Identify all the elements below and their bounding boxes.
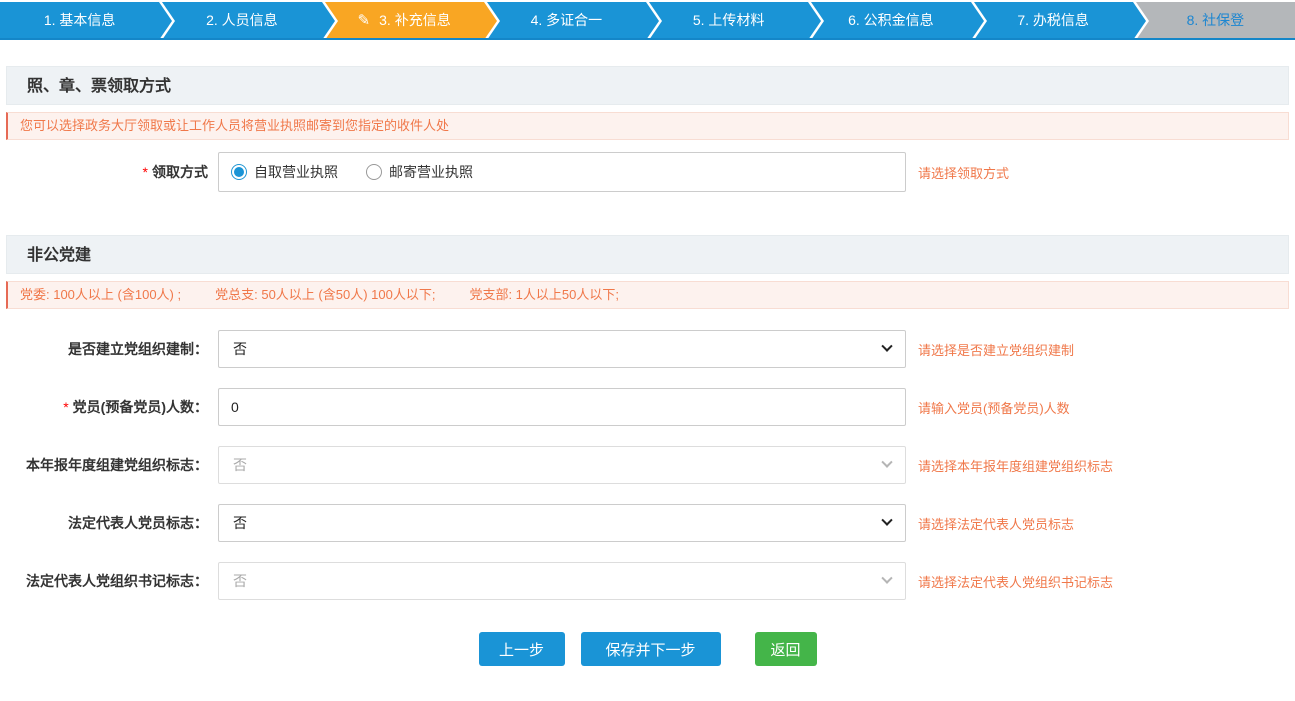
form-row-legal-rep-member-flag: 法定代表人党员标志： 否 请选择法定代表人党员标志 <box>6 504 1289 542</box>
step-label: 8. 社保登 <box>1187 10 1245 30</box>
wizard-step-8-disabled: 8. 社保登 <box>1136 2 1295 38</box>
step-label: 3. 补充信息 <box>379 10 451 30</box>
select-annual-report-org-flag-disabled: 否 <box>218 446 906 484</box>
step-label: 7. 办税信息 <box>1017 10 1089 30</box>
wizard-step-4[interactable]: 4. 多证合一 <box>487 2 646 38</box>
step-label: 5. 上传材料 <box>693 10 765 30</box>
field-hint: 请选择领取方式 <box>918 163 1009 182</box>
field-hint: 请输入党员(预备党员)人数 <box>918 398 1070 417</box>
notice-part: 党总支: 50人以上 (含50人) 100人以下; <box>215 282 435 308</box>
radio-unselected-icon[interactable] <box>366 164 382 180</box>
field-label: *党员(预备党员)人数： <box>6 397 218 417</box>
select-party-org-flag[interactable]: 否 <box>218 330 906 368</box>
section-title-license-pickup: 照、章、票领取方式 <box>6 66 1289 105</box>
radio-label: 邮寄营业执照 <box>389 162 473 182</box>
party-member-count-input[interactable] <box>218 388 906 426</box>
section-title-party-building: 非公党建 <box>6 235 1289 274</box>
form-row-party-org-flag: 是否建立党组织建制： 否 请选择是否建立党组织建制 <box>6 330 1289 368</box>
select-legal-rep-secretary-flag-disabled: 否 <box>218 562 906 600</box>
required-asterisk: * <box>63 399 68 415</box>
field-label: 法定代表人党组织书记标志： <box>6 571 218 591</box>
chevron-down-icon <box>881 341 892 352</box>
field-label: 法定代表人党员标志： <box>6 513 218 533</box>
notice-bar: 您可以选择政务大厅领取或让工作人员将营业执照邮寄到您指定的收件人处 <box>6 112 1289 140</box>
notice-text: 您可以选择政务大厅领取或让工作人员将营业执照邮寄到您指定的收件人处 <box>20 113 449 139</box>
chevron-down-icon <box>881 573 892 584</box>
field-hint: 请选择法定代表人党组织书记标志 <box>918 572 1113 591</box>
pencil-icon: ✎ <box>358 11 371 29</box>
select-value: 否 <box>233 571 247 591</box>
form-row-pickup-method: *领取方式 自取营业执照 邮寄营业执照 请选择领取方式 <box>6 152 1289 192</box>
radio-self-pickup[interactable]: 自取营业执照 <box>231 162 338 182</box>
select-legal-rep-member-flag[interactable]: 否 <box>218 504 906 542</box>
field-hint: 请选择法定代表人党员标志 <box>918 514 1074 533</box>
field-label: 本年报年度组建党组织标志： <box>6 455 218 475</box>
field-label: *领取方式 <box>6 162 218 182</box>
save-and-next-button[interactable]: 保存并下一步 <box>581 632 721 666</box>
form-row-annual-report-org-flag: 本年报年度组建党组织标志： 否 请选择本年报年度组建党组织标志 <box>6 446 1289 484</box>
step-label: 1. 基本信息 <box>44 10 116 30</box>
step-label: 4. 多证合一 <box>531 10 603 30</box>
wizard-step-2[interactable]: 2. 人员信息 <box>162 2 321 38</box>
field-hint: 请选择本年报年度组建党组织标志 <box>918 456 1113 475</box>
wizard-step-1[interactable]: 1. 基本信息 <box>0 2 159 38</box>
select-value: 否 <box>233 455 247 475</box>
previous-step-button[interactable]: 上一步 <box>479 632 565 666</box>
pickup-method-radio-group: 自取营业执照 邮寄营业执照 <box>218 152 906 192</box>
wizard-step-3-active[interactable]: ✎ 3. 补充信息 <box>325 2 484 38</box>
radio-label: 自取营业执照 <box>254 162 338 182</box>
notice-part: 党委: 100人以上 (含100人) ; <box>20 282 181 308</box>
field-hint: 请选择是否建立党组织建制 <box>918 340 1074 359</box>
step-label: 6. 公积金信息 <box>848 10 934 30</box>
radio-selected-icon[interactable] <box>231 164 247 180</box>
return-button[interactable]: 返回 <box>755 632 817 666</box>
wizard-step-6[interactable]: 6. 公积金信息 <box>811 2 970 38</box>
field-label: 是否建立党组织建制： <box>6 339 218 359</box>
wizard-step-5[interactable]: 5. 上传材料 <box>649 2 808 38</box>
step-wizard: 1. 基本信息 2. 人员信息 ✎ 3. 补充信息 4. 多证合一 5. 上传材料… <box>0 2 1295 40</box>
chevron-down-icon <box>881 457 892 468</box>
select-value: 否 <box>233 339 247 359</box>
wizard-step-7[interactable]: 7. 办税信息 <box>974 2 1133 38</box>
step-label: 2. 人员信息 <box>206 10 278 30</box>
notice-part: 党支部: 1人以上50人以下; <box>469 282 619 308</box>
form-row-legal-rep-secretary-flag: 法定代表人党组织书记标志： 否 请选择法定代表人党组织书记标志 <box>6 562 1289 600</box>
required-asterisk: * <box>143 164 148 180</box>
form-row-party-member-count: *党员(预备党员)人数： 请输入党员(预备党员)人数 <box>6 388 1289 426</box>
chevron-down-icon <box>881 515 892 526</box>
radio-mail-delivery[interactable]: 邮寄营业执照 <box>366 162 473 182</box>
button-bar: 上一步 保存并下一步 返回 <box>6 632 1289 666</box>
select-value: 否 <box>233 513 247 533</box>
notice-bar: 党委: 100人以上 (含100人) ; 党总支: 50人以上 (含50人) 1… <box>6 281 1289 309</box>
